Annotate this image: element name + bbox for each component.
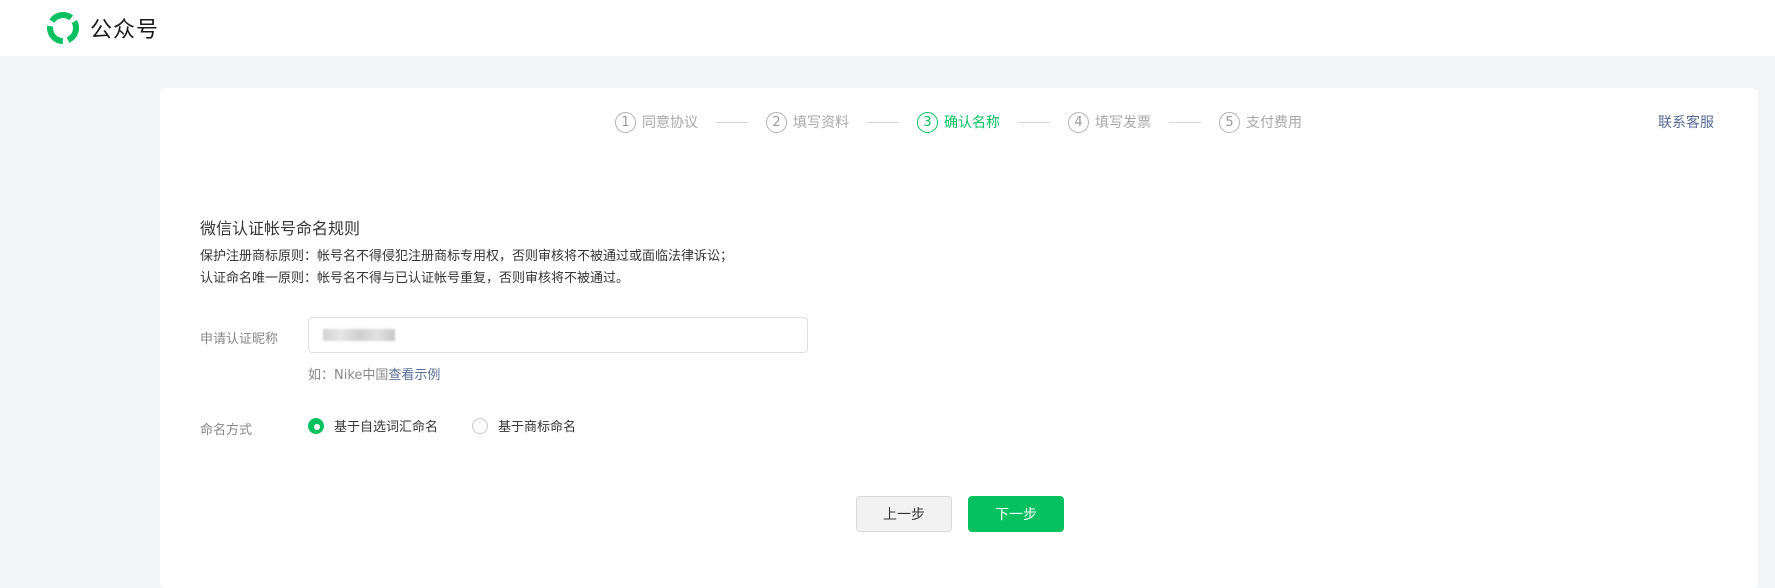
step-divider (1169, 121, 1201, 123)
radio-label: 基于自选词汇命名 (334, 420, 439, 435)
radio-checked-icon[interactable] (308, 417, 324, 434)
step-number: 5 (1219, 111, 1240, 133)
radio-unchecked-icon[interactable] (472, 417, 489, 434)
step-divider (1018, 121, 1050, 123)
step-number: 3 (917, 111, 938, 133)
brand-name: 公众号 (90, 18, 160, 43)
progress-stepper: 1 同意协议 2 填写资料 3 确认名称 4 填写发票 5 支付费用 (615, 110, 1302, 134)
radio-trademark[interactable]: 基于商标命名 (472, 416, 576, 435)
step-number: 4 (1068, 111, 1089, 133)
radio-label: 基于商标命名 (498, 420, 577, 435)
step-divider (716, 121, 748, 123)
brand[interactable]: 公众号 (46, 12, 159, 44)
step-label: 填写资料 (793, 115, 849, 131)
naming-method-radio-group: 基于自选词汇命名 基于商标命名 (308, 416, 610, 435)
naming-method-label: 命名方式 (200, 423, 253, 438)
step-number: 1 (615, 111, 636, 133)
previous-step-button[interactable]: 上一步 (856, 496, 952, 532)
nickname-input[interactable] (308, 317, 808, 353)
top-bar: 公众号 (0, 0, 1775, 56)
hint-example-text: 如：Nike中国 (308, 368, 389, 383)
content-card: 1 同意协议 2 填写资料 3 确认名称 4 填写发票 5 支付费用 联系客服 … (160, 88, 1758, 588)
step-label: 支付费用 (1246, 115, 1302, 131)
step-fill-info: 2 填写资料 (766, 111, 849, 133)
nickname-hint: 如：Nike中国查看示例 (308, 364, 440, 383)
nickname-label: 申请认证昵称 (200, 332, 279, 347)
contact-support-link[interactable]: 联系客服 (1658, 112, 1714, 132)
next-step-button[interactable]: 下一步 (968, 496, 1064, 532)
step-number: 2 (766, 111, 787, 133)
step-label: 同意协议 (642, 115, 698, 131)
naming-rules-title: 微信认证帐号命名规则 (200, 219, 361, 238)
view-example-link[interactable]: 查看示例 (388, 368, 440, 383)
wechat-official-account-logo-icon (47, 12, 79, 44)
uniqueness-rule-text: 认证命名唯一原则：帐号名不得与已认证帐号重复，否则审核将不被通过。 (200, 271, 630, 286)
step-label: 确认名称 (944, 115, 1000, 131)
step-label: 填写发票 (1095, 115, 1151, 131)
step-divider (867, 121, 899, 123)
trademark-rule-text: 保护注册商标原则：帐号名不得侵犯注册商标专用权，否则审核将不被通过或面临法律诉讼… (200, 249, 734, 264)
radio-custom-words[interactable]: 基于自选词汇命名 (308, 416, 438, 435)
step-pay-fee: 5 支付费用 (1219, 111, 1302, 133)
step-fill-invoice: 4 填写发票 (1068, 111, 1151, 133)
step-confirm-name: 3 确认名称 (917, 111, 1000, 133)
step-agree-protocol: 1 同意协议 (615, 111, 698, 133)
redacted-nickname-value (323, 329, 395, 341)
